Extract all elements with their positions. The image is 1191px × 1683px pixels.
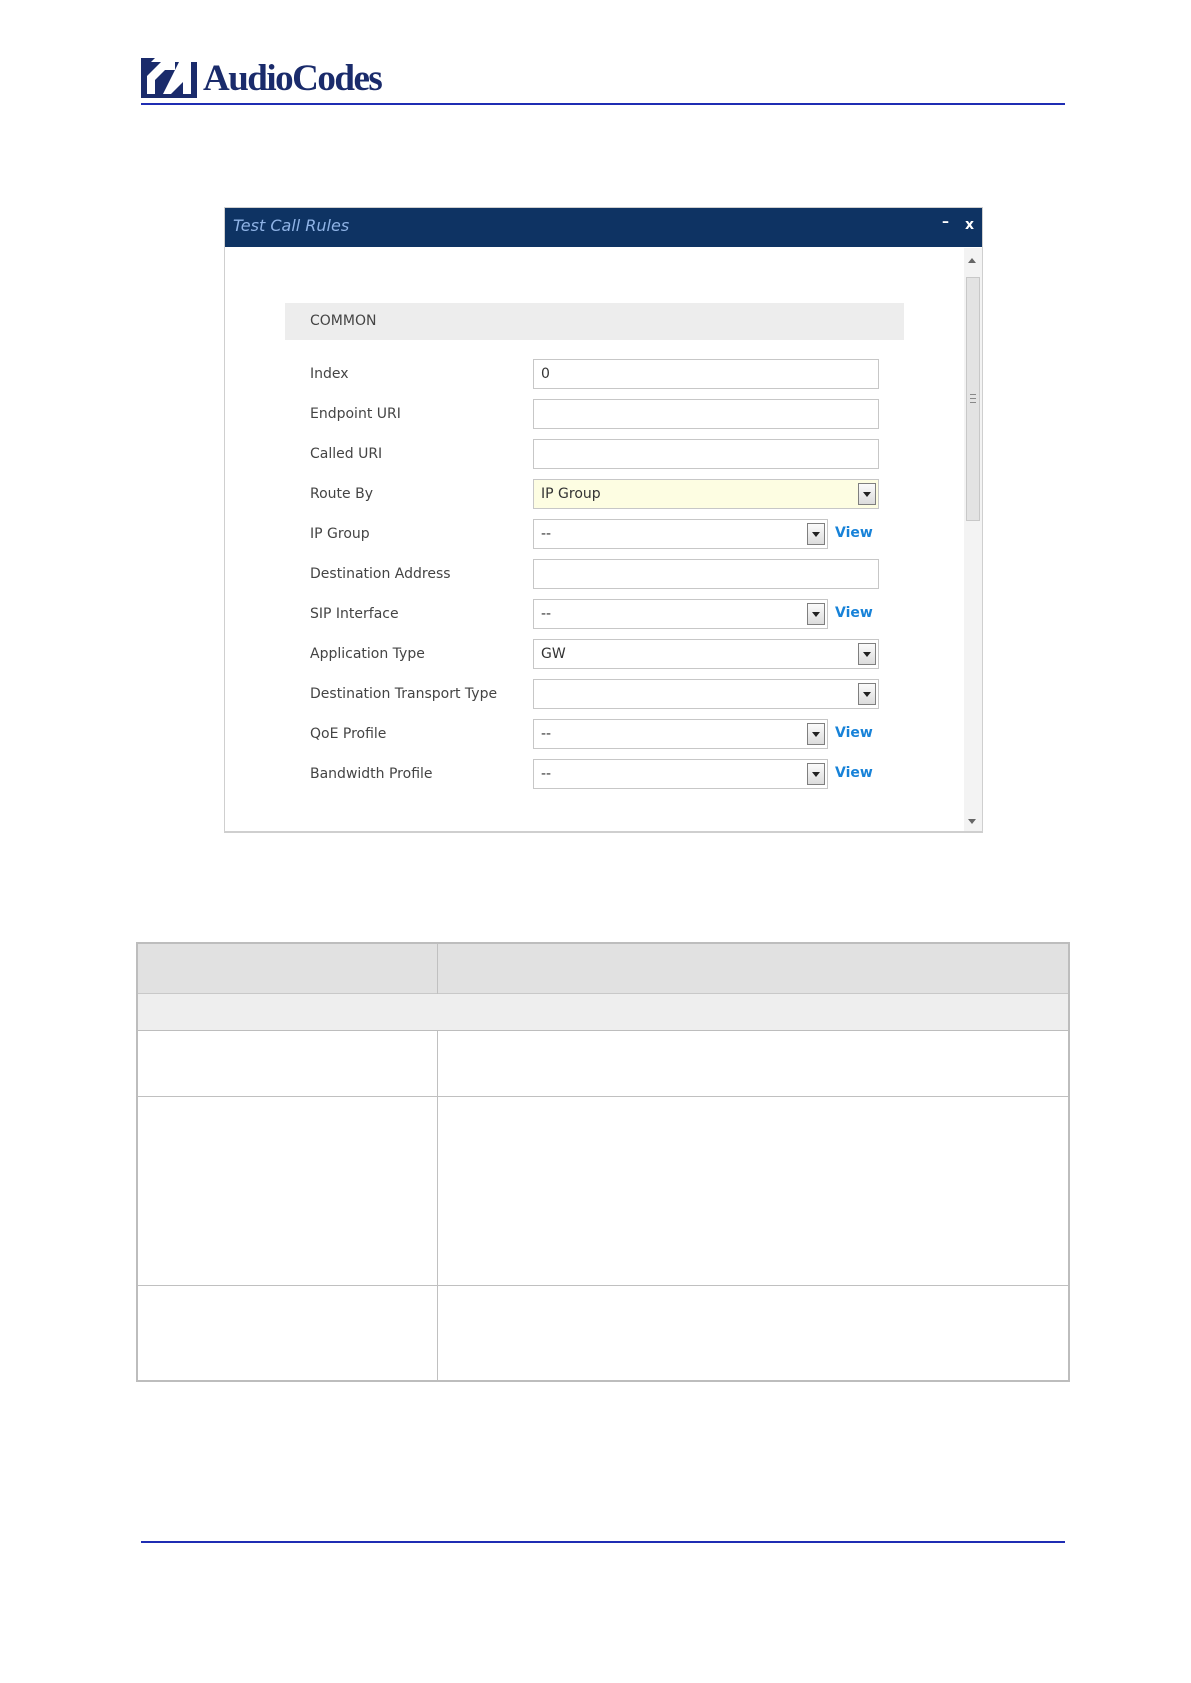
grip-icon: [970, 394, 976, 403]
destination-transport-type-label: Destination Transport Type: [310, 686, 498, 702]
dropdown-arrow-icon[interactable]: [858, 643, 876, 665]
sip-interface-label: SIP Interface: [310, 606, 399, 622]
scroll-up-arrow-icon[interactable]: [968, 258, 976, 263]
field-row-bandwidth-profile: Bandwidth Profile -- View: [225, 759, 965, 789]
index-label: Index: [310, 366, 349, 382]
field-row-ip-group: IP Group -- View: [225, 519, 965, 549]
called-uri-label: Called URI: [310, 446, 383, 462]
dropdown-arrow-icon[interactable]: [807, 523, 825, 545]
bandwidth-profile-select[interactable]: --: [533, 759, 828, 789]
dialog-scrollbar[interactable]: [964, 248, 982, 832]
field-row-application-type: Application Type GW: [225, 639, 965, 669]
field-row-route-by: Route By IP Group: [225, 479, 965, 509]
endpoint-uri-label: Endpoint URI: [310, 406, 401, 422]
destination-address-input[interactable]: [533, 559, 879, 589]
table-header-row: [138, 944, 1068, 994]
bandwidth-profile-value: --: [541, 766, 552, 782]
index-input[interactable]: 0: [533, 359, 879, 389]
sip-interface-select[interactable]: --: [533, 599, 828, 629]
field-row-sip-interface: SIP Interface -- View: [225, 599, 965, 629]
close-button[interactable]: x: [965, 217, 974, 233]
scroll-down-arrow-icon[interactable]: [968, 819, 976, 824]
bandwidth-profile-label: Bandwidth Profile: [310, 766, 433, 782]
field-row-called-uri: Called URI: [225, 439, 965, 469]
application-type-label: Application Type: [310, 646, 425, 662]
dialog-title-bar[interactable]: Test Call Rules – x: [225, 208, 982, 247]
dialog-bottom-border: [225, 831, 982, 832]
sip-interface-view-link[interactable]: View: [835, 605, 873, 621]
field-row-endpoint-uri: Endpoint URI: [225, 399, 965, 429]
table-section-row: [138, 994, 1068, 1031]
table-row-divider: [138, 1096, 1068, 1097]
section-header-common: COMMON: [285, 303, 904, 340]
destination-transport-type-select[interactable]: [533, 679, 879, 709]
field-row-index: Index 0: [225, 359, 965, 389]
dropdown-arrow-icon[interactable]: [807, 723, 825, 745]
destination-address-label: Destination Address: [310, 566, 451, 582]
footer-rule: [141, 1541, 1065, 1543]
dropdown-arrow-icon[interactable]: [858, 483, 876, 505]
test-call-rules-dialog: Test Call Rules – x COMMON Index 0 Endpo…: [224, 207, 983, 833]
ip-group-select[interactable]: --: [533, 519, 828, 549]
field-row-destination-address: Destination Address: [225, 559, 965, 589]
application-type-value: GW: [541, 646, 566, 662]
table-row-divider: [138, 1285, 1068, 1286]
audiocodes-logo: AudioCodes: [141, 55, 383, 100]
audiocodes-logo-icon: [141, 57, 197, 98]
endpoint-uri-input[interactable]: [533, 399, 879, 429]
ip-group-value: --: [541, 526, 552, 542]
brand-name: AudioCodes: [203, 58, 383, 99]
dropdown-arrow-icon[interactable]: [807, 603, 825, 625]
bandwidth-profile-view-link[interactable]: View: [835, 765, 873, 781]
field-row-qoe-profile: QoE Profile -- View: [225, 719, 965, 749]
ip-group-label: IP Group: [310, 526, 370, 542]
called-uri-input[interactable]: [533, 439, 879, 469]
field-row-destination-transport-type: Destination Transport Type: [225, 679, 965, 709]
route-by-select[interactable]: IP Group: [533, 479, 879, 509]
qoe-profile-label: QoE Profile: [310, 726, 387, 742]
header-rule: [141, 103, 1065, 105]
qoe-profile-value: --: [541, 726, 552, 742]
table-column-divider: [437, 1031, 438, 1380]
minimize-button[interactable]: –: [942, 214, 949, 230]
dropdown-arrow-icon[interactable]: [858, 683, 876, 705]
dropdown-arrow-icon[interactable]: [807, 763, 825, 785]
route-by-label: Route By: [310, 486, 373, 502]
route-by-value: IP Group: [541, 486, 601, 502]
dialog-title: Test Call Rules: [233, 216, 350, 235]
sip-interface-value: --: [541, 606, 552, 622]
qoe-profile-select[interactable]: --: [533, 719, 828, 749]
parameter-table: [136, 942, 1070, 1382]
scrollbar-thumb[interactable]: [966, 277, 980, 521]
application-type-select[interactable]: GW: [533, 639, 879, 669]
section-title: COMMON: [310, 313, 377, 329]
table-column-divider: [437, 944, 438, 994]
ip-group-view-link[interactable]: View: [835, 525, 873, 541]
qoe-profile-view-link[interactable]: View: [835, 725, 873, 741]
